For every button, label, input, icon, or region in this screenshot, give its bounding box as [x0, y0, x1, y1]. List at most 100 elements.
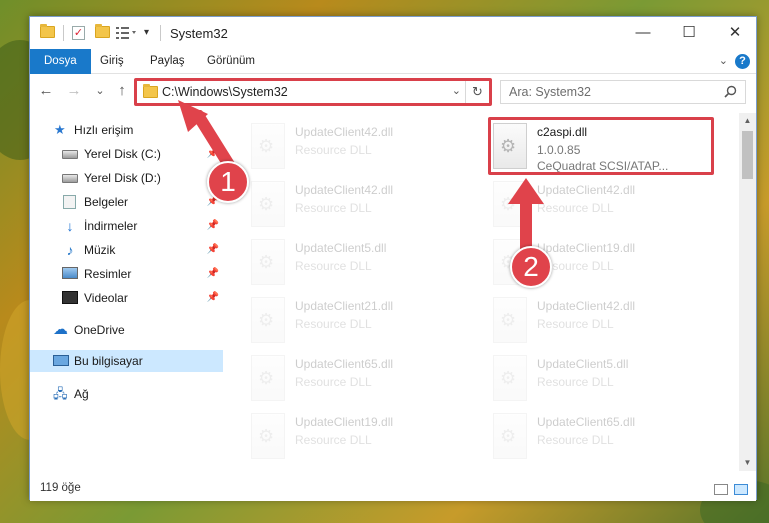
sidebar-item-label: OneDrive: [74, 323, 125, 337]
sidebar-item-local-disk-c[interactable]: Yerel Disk (C:) 📌: [30, 143, 223, 165]
details-view-icon[interactable]: [714, 484, 728, 495]
dll-file-icon: [251, 355, 285, 401]
navigation-bar: ← → ⌄ ↑ C:\Windows\System32 ⌄ ↻: [30, 75, 756, 109]
file-description: Resource DLL: [537, 433, 614, 447]
network-icon: 🖧: [53, 386, 68, 401]
pin-icon[interactable]: 📌: [207, 239, 219, 261]
file-item[interactable]: UpdateClient65.dll Resource DLL: [493, 409, 717, 469]
file-description: Resource DLL: [295, 143, 372, 157]
file-item[interactable]: UpdateClient42.dll Resource DLL: [251, 119, 475, 179]
dll-file-icon: [493, 355, 527, 401]
dll-file-icon: [251, 239, 285, 285]
window-title: System32: [170, 26, 228, 41]
separator: [160, 25, 161, 41]
sidebar-item-label: İndirmeler: [84, 219, 138, 233]
callout-arrowhead-2: [508, 178, 544, 204]
file-item[interactable]: UpdateClient42.dll Resource DLL: [251, 177, 475, 237]
file-item[interactable]: UpdateClient65.dll Resource DLL: [251, 351, 475, 411]
sidebar-item-label: Yerel Disk (C:): [84, 147, 161, 161]
pin-icon[interactable]: 📌: [207, 287, 219, 309]
tab-home[interactable]: Giriş: [88, 49, 136, 74]
sidebar-item-music[interactable]: ♪ Müzik 📌: [30, 239, 223, 261]
recent-locations-button[interactable]: ⌄: [90, 84, 110, 97]
pin-icon[interactable]: 📌: [207, 263, 219, 285]
sidebar-item-videos[interactable]: Videolar 📌: [30, 287, 223, 309]
dll-file-icon: [251, 413, 285, 459]
file-name: UpdateClient42.dll: [295, 125, 394, 139]
item-count: 119 öğe: [40, 482, 81, 494]
file-description: Resource DLL: [537, 375, 614, 389]
computer-icon: [53, 355, 69, 366]
forward-button[interactable]: →: [64, 82, 84, 99]
sidebar-item-network[interactable]: 🖧 Ağ: [30, 383, 223, 405]
file-item[interactable]: UpdateClient21.dll Resource DLL: [251, 293, 475, 353]
sidebar-item-onedrive[interactable]: ☁ OneDrive: [30, 319, 223, 341]
customize-toolbar-icon[interactable]: ▾: [144, 27, 149, 38]
file-description: Resource DLL: [537, 317, 614, 331]
status-bar: 119 öğe: [30, 477, 756, 501]
tiles-view-icon[interactable]: [734, 484, 748, 495]
sidebar-item-downloads[interactable]: ↓ İndirmeler 📌: [30, 215, 223, 237]
callout-badge-1: 1: [207, 161, 249, 203]
properties-check-icon[interactable]: ✓: [72, 26, 85, 40]
file-item[interactable]: UpdateClient5.dll Resource DLL: [251, 235, 475, 295]
up-button[interactable]: ↑: [112, 82, 132, 99]
back-button[interactable]: ←: [36, 82, 56, 99]
download-icon: ↓: [66, 218, 74, 234]
vertical-scrollbar[interactable]: ▲ ▼: [739, 113, 756, 471]
file-description: Resource DLL: [295, 317, 372, 331]
file-item[interactable]: UpdateClient5.dll Resource DLL: [493, 351, 717, 411]
music-icon: ♪: [66, 242, 74, 258]
pin-icon[interactable]: 📌: [207, 215, 219, 237]
dll-file-icon: [493, 413, 527, 459]
sidebar-item-label: Müzik: [84, 243, 116, 257]
separator: [63, 25, 64, 41]
scroll-down-arrow-icon[interactable]: ▼: [739, 455, 756, 471]
help-icon[interactable]: ?: [735, 54, 750, 69]
sidebar-item-label: Resimler: [84, 267, 132, 281]
disk-icon: [62, 150, 78, 159]
sidebar-item-this-pc[interactable]: Bu bilgisayar: [30, 350, 223, 372]
sidebar-item-pictures[interactable]: Resimler 📌: [30, 263, 223, 285]
file-list: UpdateClient42.dll Resource DLL UpdateCl…: [223, 113, 739, 471]
callout-arrowhead-1: [178, 100, 208, 132]
folder-icon: [40, 24, 55, 38]
file-name: UpdateClient5.dll: [537, 357, 629, 371]
file-name: UpdateClient42.dll: [295, 183, 394, 197]
file-item[interactable]: UpdateClient42.dll Resource DLL: [493, 293, 717, 353]
cloud-icon: ☁: [53, 321, 68, 338]
search-box[interactable]: [500, 80, 746, 104]
sidebar-item-label: Videolar: [84, 291, 128, 305]
tab-view[interactable]: Görünüm: [195, 49, 267, 74]
dll-file-icon: [251, 297, 285, 343]
sidebar-item-label: Hızlı erişim: [74, 123, 134, 137]
tab-file[interactable]: Dosya: [30, 49, 91, 74]
scroll-up-arrow-icon[interactable]: ▲: [739, 113, 756, 129]
close-button[interactable]: ✕: [712, 17, 758, 49]
minimize-button[interactable]: —: [620, 17, 666, 49]
sidebar-item-label: Belgeler: [84, 195, 129, 209]
sidebar-item-local-disk-d[interactable]: Yerel Disk (D:) 📌: [30, 167, 223, 189]
file-name: UpdateClient19.dll: [537, 241, 636, 255]
file-name: UpdateClient19.dll: [295, 415, 394, 429]
sidebar-item-documents[interactable]: Belgeler 📌: [30, 191, 223, 213]
dll-file-icon: [251, 123, 285, 169]
file-description: Resource DLL: [295, 375, 372, 389]
videos-icon: [62, 291, 78, 304]
maximize-button[interactable]: ☐: [666, 17, 712, 49]
scrollbar-thumb[interactable]: [742, 131, 753, 179]
explorer-window: ✓ ▾ System32 — ☐ ✕ Dosya Giriş Paylaş Gö…: [29, 16, 758, 501]
file-name: UpdateClient21.dll: [295, 299, 394, 313]
file-name: UpdateClient42.dll: [537, 299, 636, 313]
tab-share[interactable]: Paylaş: [138, 49, 197, 74]
disk-icon: [62, 174, 78, 183]
new-folder-icon[interactable]: [95, 24, 110, 38]
sidebar-item-label: Ağ: [74, 387, 89, 401]
quick-access-toolbar-icon[interactable]: [116, 26, 136, 39]
search-icon[interactable]: [724, 85, 737, 101]
file-item[interactable]: UpdateClient19.dll Resource DLL: [251, 409, 475, 469]
star-icon: ★: [54, 122, 66, 137]
sidebar-item-label: Bu bilgisayar: [74, 354, 143, 368]
search-input[interactable]: [509, 85, 719, 99]
expand-ribbon-icon[interactable]: ⌄: [719, 54, 728, 67]
